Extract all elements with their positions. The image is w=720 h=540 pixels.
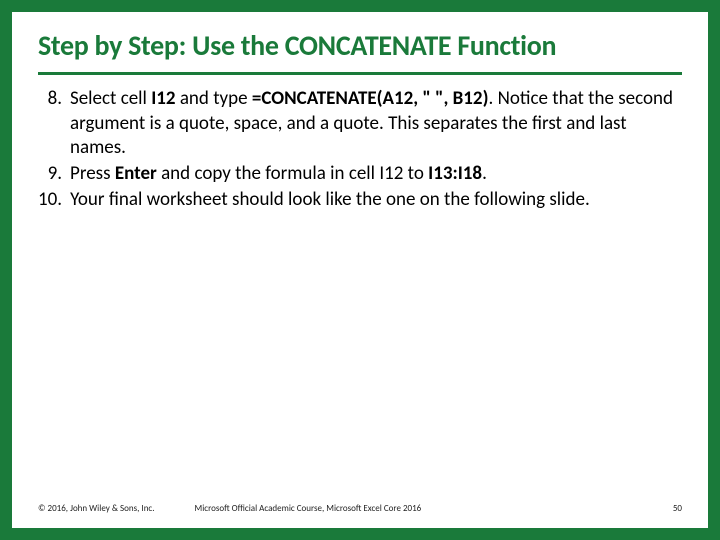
course-text: Microsoft Official Academic Course, Micr… (195, 503, 422, 514)
step-number: 10. (38, 188, 70, 212)
slide-body: Step by Step: Use the CONCATENATE Functi… (12, 12, 708, 528)
step-number: 9. (38, 162, 70, 186)
step-list: 8. Select cell I12 and type =CONCATENATE… (38, 87, 682, 213)
step-number: 8. (38, 87, 70, 160)
step-text: Select cell I12 and type =CONCATENATE(A1… (70, 87, 682, 160)
list-item: 9. Press Enter and copy the formula in c… (38, 162, 682, 186)
step-text: Your final worksheet should look like th… (70, 188, 682, 212)
slide-frame: Step by Step: Use the CONCATENATE Functi… (0, 0, 720, 540)
copyright-text: © 2016, John Wiley & Sons, Inc. (38, 503, 155, 514)
step-text: Press Enter and copy the formula in cell… (70, 162, 682, 186)
list-item: 10. Your final worksheet should look lik… (38, 188, 682, 212)
slide-title: Step by Step: Use the CONCATENATE Functi… (38, 30, 682, 75)
page-number: 50 (673, 503, 682, 514)
list-item: 8. Select cell I12 and type =CONCATENATE… (38, 87, 682, 160)
slide-footer: © 2016, John Wiley & Sons, Inc. Microsof… (38, 503, 682, 514)
